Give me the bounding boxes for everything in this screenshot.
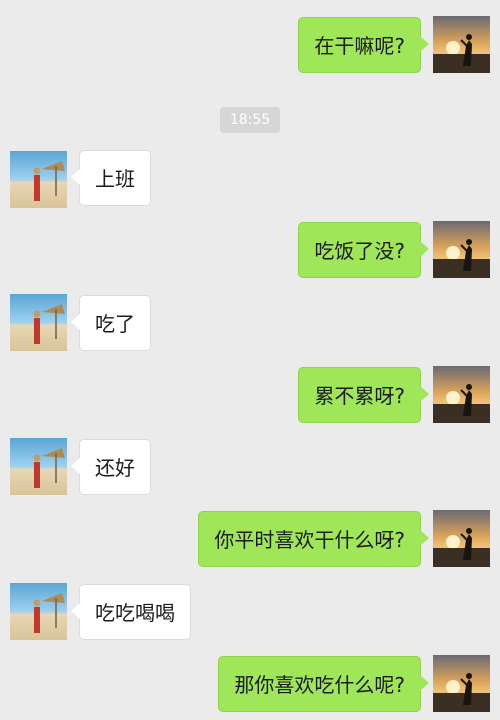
timestamp: 18:55 <box>220 107 280 133</box>
sunset-couple-avatar-icon[interactable] <box>433 221 490 278</box>
sunset-couple-avatar-icon[interactable] <box>433 366 490 423</box>
received-message-bubble[interactable]: 吃了 <box>71 295 151 351</box>
message-text: 吃饭了没? <box>314 239 405 263</box>
my-message-bubble[interactable]: 累不累呀? <box>298 367 429 423</box>
message-text: 还好 <box>95 456 135 480</box>
message-text: 那你喜欢吃什么呢? <box>234 673 405 697</box>
my-message-bubble[interactable]: 你平时喜欢干什么呀? <box>198 511 429 567</box>
sunset-couple-avatar-icon[interactable] <box>433 510 490 567</box>
message-text: 吃了 <box>95 312 135 336</box>
beach-girl-avatar-icon[interactable] <box>10 583 67 640</box>
my-message-bubble[interactable]: 那你喜欢吃什么呢? <box>218 656 429 712</box>
beach-girl-avatar-icon[interactable] <box>10 151 67 208</box>
beach-girl-avatar-icon[interactable] <box>10 294 67 351</box>
received-message-bubble[interactable]: 吃吃喝喝 <box>71 584 191 640</box>
my-message-bubble[interactable]: 吃饭了没? <box>298 222 429 278</box>
received-message-bubble[interactable]: 还好 <box>71 439 151 495</box>
message-text: 在干嘛呢? <box>314 34 405 58</box>
message-text: 吃吃喝喝 <box>95 601 175 625</box>
message-text: 你平时喜欢干什么呀? <box>214 528 405 552</box>
my-message-bubble[interactable]: 在干嘛呢? <box>298 17 429 73</box>
sunset-couple-avatar-icon[interactable] <box>433 655 490 712</box>
sunset-couple-avatar-icon[interactable] <box>433 16 490 73</box>
received-message-bubble[interactable]: 上班 <box>71 150 151 206</box>
message-text: 累不累呀? <box>314 384 405 408</box>
beach-girl-avatar-icon[interactable] <box>10 438 67 495</box>
message-text: 上班 <box>95 167 135 191</box>
